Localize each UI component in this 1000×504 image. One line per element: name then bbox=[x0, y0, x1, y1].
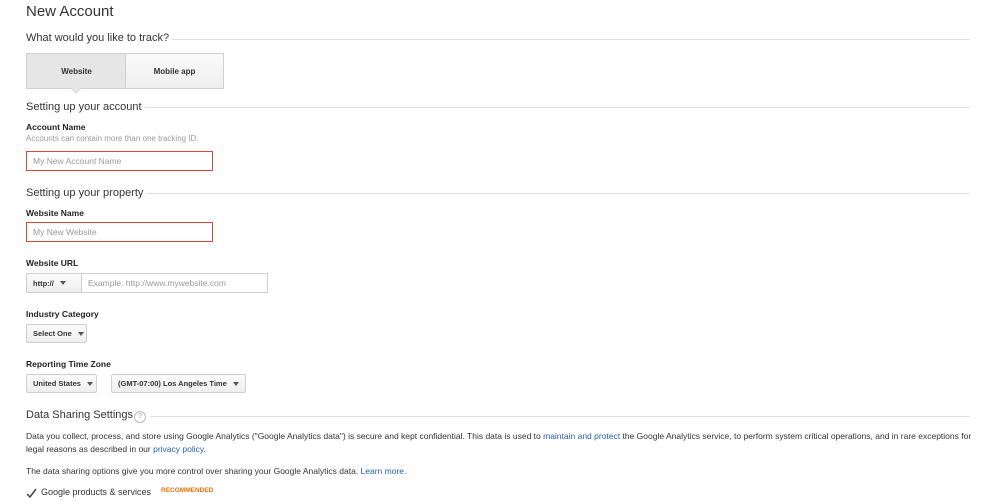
protocol-select[interactable]: http:// bbox=[26, 273, 82, 293]
track-website-label: Website bbox=[61, 66, 92, 76]
account-section-heading: Setting up your account bbox=[26, 101, 142, 113]
country-select[interactable]: United States bbox=[26, 374, 97, 393]
track-mobile-app-label: Mobile app bbox=[153, 66, 196, 76]
learn-more-link[interactable]: Learn more. bbox=[361, 466, 407, 476]
reporting-time-zone-label: Reporting Time Zone bbox=[26, 359, 111, 369]
account-name-help: Accounts can contain more than one track… bbox=[26, 134, 199, 143]
privacy-policy-link[interactable]: privacy policy bbox=[153, 444, 203, 454]
website-name-input[interactable] bbox=[26, 222, 213, 242]
data-sharing-description: Data you collect, process, and store usi… bbox=[26, 430, 974, 456]
website-name-label: Website Name bbox=[26, 208, 84, 218]
account-name-input[interactable] bbox=[26, 151, 213, 171]
track-section-heading: What would you like to track? bbox=[26, 32, 170, 44]
data-sharing-options-text: The data sharing options give you more c… bbox=[26, 465, 406, 478]
checkmark-icon bbox=[26, 488, 37, 499]
chevron-down-icon bbox=[77, 331, 84, 336]
description-text: Data you collect, process, and store usi… bbox=[26, 431, 544, 441]
description-text: . bbox=[203, 444, 206, 454]
divider bbox=[145, 107, 970, 108]
country-select-value: United States bbox=[33, 379, 81, 388]
track-website-button[interactable]: Website bbox=[26, 53, 126, 89]
industry-category-select[interactable]: Select One bbox=[26, 324, 87, 343]
industry-category-label: Industry Category bbox=[26, 309, 99, 319]
chevron-down-icon bbox=[232, 381, 239, 386]
google-products-label: Google products & services bbox=[41, 487, 152, 497]
industry-category-value: Select One bbox=[33, 329, 72, 338]
divider bbox=[150, 416, 970, 417]
maintain-and-protect-link[interactable]: maintain and protect bbox=[543, 431, 620, 441]
account-name-label: Account Name bbox=[26, 122, 86, 132]
time-zone-select-value: (GMT-07:00) Los Angeles Time bbox=[118, 379, 227, 388]
chevron-down-icon bbox=[86, 381, 93, 386]
help-icon[interactable]: ? bbox=[134, 411, 146, 423]
website-url-label: Website URL bbox=[26, 258, 79, 268]
divider bbox=[172, 39, 970, 40]
data-sharing-heading: Data Sharing Settings bbox=[26, 409, 134, 421]
track-mobile-app-button[interactable]: Mobile app bbox=[125, 53, 224, 89]
recommended-badge: RECOMMENDED bbox=[161, 487, 214, 494]
protocol-select-value: http:// bbox=[33, 278, 54, 288]
website-url-input[interactable] bbox=[81, 273, 268, 293]
chevron-down-icon bbox=[59, 281, 66, 285]
page-title: New Account bbox=[26, 3, 114, 20]
divider bbox=[146, 193, 970, 194]
options-text: The data sharing options give you more c… bbox=[26, 466, 361, 476]
google-products-checkbox[interactable] bbox=[26, 486, 37, 499]
selected-pointer-fill bbox=[71, 88, 81, 93]
time-zone-select[interactable]: (GMT-07:00) Los Angeles Time bbox=[111, 374, 246, 393]
property-section-heading: Setting up your property bbox=[26, 187, 144, 199]
